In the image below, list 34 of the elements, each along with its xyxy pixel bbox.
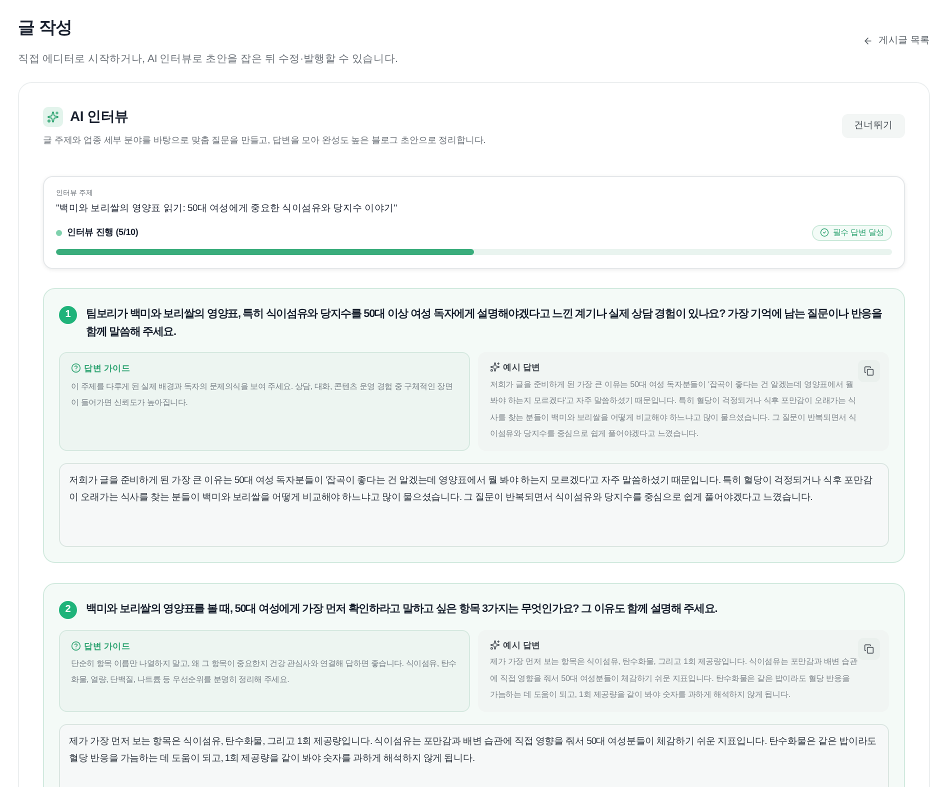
help-icon <box>71 640 81 651</box>
page-subtitle: 직접 에디터로 시작하거나, AI 인터뷰로 초안을 잡은 뒤 수정·발행할 수 있습니다. <box>18 52 398 67</box>
question-number: 2 <box>59 600 77 619</box>
copy-icon <box>864 644 874 654</box>
copy-button[interactable] <box>858 360 880 382</box>
guide-title: 답변 가이드 <box>84 640 130 652</box>
topic-text: "백미와 보리쌀의 영양표 읽기: 50대 여성에게 중요한 식이섬유와 당지수 이야기" <box>56 202 398 216</box>
question-text: 백미와 보리쌀의 영양표를 볼 때, 50대 여성에게 가장 먼저 확인하라고 말하고 싶은 항목 3가지는 무엇인가요? 그 이유도 함께 설명해 주세요. <box>86 602 718 617</box>
question-number: 1 <box>59 306 77 324</box>
skip-button[interactable]: 건너뛰기 <box>842 114 905 138</box>
page-title: 글 작성 <box>18 17 72 39</box>
example-text: 제가 가장 먼저 보는 항목은 식이섬유, 탄수화물, 그리고 1회 제공량입니다. 식이섬유는 포만감과 배변 습관에 직접 영향을 줘서 50대 여성분들이 체감하기 쉬운 지표입니다. 탄수화물은 같은 밥이라도 혈당 반응을 가늠하는 데 도움이 되고, 1회 제공량을 같이 봐야 숫자를 과하게 해석하지 않게 됩니다. <box>490 656 858 702</box>
example-title: 예시 답변 <box>503 638 541 652</box>
example-title: 예시 답변 <box>503 360 541 374</box>
required-answers-badge: 필수 답변 달성 <box>812 224 892 241</box>
progress-label: 인터뷰 진행 (5/10) <box>67 226 138 240</box>
sparkle-icon <box>490 640 500 650</box>
guide-text: 단순히 항목 이름만 나열하지 말고, 왜 그 항목이 중요한지 건강 관심사와 연결해 답하면 좋습니다. 식이섬유, 탄수화물, 열량, 단백질, 나트륨 등 우선순위를 분명히 정리해 주세요. <box>71 658 458 686</box>
answer-field[interactable]: 제가 가장 먼저 보는 항목은 식이섬유, 탄수화물, 그리고 1회 제공량입니다. 식이섬유는 포만감과 배변 습관에 직접 영향을 줘서 50대 여성분들이 체감하기 쉬운 지표입니다. 탄수화물은 같은 밥이라도 혈당 반응을 가늠하는 데 도움이 되고, 1회 제공량을 같이 봐야 숫자를 과하게 해석하지 않게 됩니다. <box>59 724 889 787</box>
sparkle-icon <box>43 106 63 126</box>
interview-title: AI 인터뷰 <box>70 107 128 126</box>
help-icon <box>71 363 81 374</box>
copy-button[interactable] <box>858 638 880 660</box>
sparkle-icon <box>490 362 500 372</box>
question-text: 팀보리가 백미와 보리쌀의 영양표, 특히 식이섬유와 당지수를 50대 이상 여성 독자에게 설명해야겠다고 느낀 계기나 실제 상담 경험이 있나요? 가장 기억에 남는 질문이나 반응을 함께 말씀해 주세요. <box>86 306 883 340</box>
back-link[interactable]: 게시글 목록 <box>862 34 930 48</box>
back-arrow-icon <box>862 36 872 46</box>
guide-title: 답변 가이드 <box>84 362 130 375</box>
example-text: 저희가 글을 준비하게 된 가장 큰 이유는 50대 여성 독자분들이 '잡곡이 좋다는 건 알겠는데 영양표에서 뭘 봐야 하는지 모르겠다'고 자주 말씀하셨기 때문입니다. 특히 혈당이 걱정되거나 식후 포만감이 오래가는 식사를 찾는 분들이 백미와 보리쌀을 어떻게 비교해야 하느냐고 많이 물으셨습니다. 그 질문이 반복되면서 식이섬유와 당지수를 중심으로 쉽게 풀어야겠다고 느꼈습니다. <box>490 378 858 440</box>
guide-text: 이 주제를 다루게 된 실제 배경과 독자의 문제의식을 보여 주세요. 상담, 대화, 콘텐츠 운영 경험 중 구체적인 장면이 들어가면 신뢰도가 높아집니다. <box>71 380 454 409</box>
answer-field[interactable]: 저희가 글을 준비하게 된 가장 큰 이유는 50대 여성 독자분들이 '잡곡이 좋다는 건 알겠는데 영양표에서 뭘 봐야 하는지 모르겠다'고 자주 말씀하셨기 때문입니다. 특히 혈당이 걱정되거나 식후 포만감이 오래가는 식사를 찾는 분들이 백미와 보리쌀을 어떻게 비교해야 하느냐고 많이 물으셨습니다. 그 질문이 반복되면서 식이섬유와 당지수를 중심으로 쉽게 풀어야겠다고 느꼈습니다. <box>59 462 889 547</box>
check-circle-icon <box>820 228 829 238</box>
interview-description: 글 주제와 업종 세부 분야를 바탕으로 맞춤 질문을 만들고, 답변을 모아 완성도 높은 블로그 초안으로 정리합니다. <box>43 134 486 147</box>
copy-icon <box>864 366 874 376</box>
